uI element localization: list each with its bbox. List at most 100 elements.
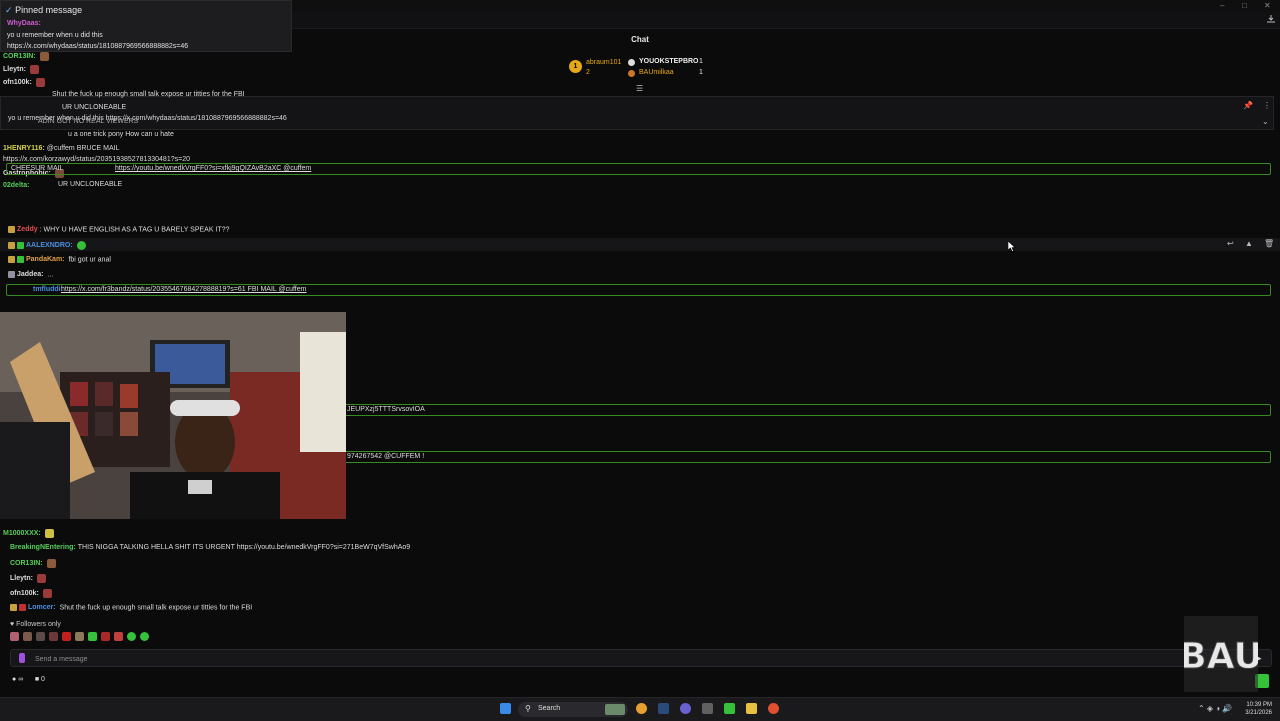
chat-username[interactable]: 1HENRY116: [3,145,45,152]
chat-line[interactable]: M1000XXX: [3,529,54,538]
chat-username[interactable]: CHEESUR MAIL [11,165,64,172]
chat-line[interactable]: https://x.com/korzawyd/status/2035193852… [3,156,190,163]
chat-username[interactable]: 02delta: [3,182,29,189]
chat-username[interactable]: tmfluddi: [33,286,63,293]
chat-line[interactable]: Zeddy: WHY U HAVE ENGLISH AS A TAG U BAR… [8,226,229,233]
pinned-message-card[interactable]: ✓ Pinned message WhyDaas: yo u remember … [0,0,292,52]
chat-input-box[interactable]: ▸ [10,649,1272,667]
chat-line[interactable]: 1HENRY116: @cuffem BRUCE MAIL [3,145,119,152]
highlighted-message[interactable]: CHEESUR MAIL https://youtu.be/wnedkVrgFF… [6,163,1271,175]
leader-third-name[interactable]: BAUmilkaa [639,69,674,76]
chat-username[interactable]: AALEXNDRO: [26,242,73,249]
delete-icon[interactable]: 🗑 [1264,239,1274,248]
widget-icon[interactable] [605,704,625,715]
quick-emote[interactable] [87,632,97,641]
chat-line[interactable]: ofn100k: [10,589,52,598]
quick-emote[interactable] [126,632,136,641]
quick-emote[interactable] [113,632,123,641]
chat-username[interactable]: Jaddea: [17,271,43,278]
chat-line[interactable]: Jaddea: ... [8,271,53,278]
pinned-link[interactable]: https://x.com/whydaas/status/18108879695… [7,43,188,50]
more-icon[interactable]: ⋮ [1263,101,1271,110]
chat-username[interactable]: Zeddy [17,226,38,233]
steam-icon[interactable] [658,703,669,714]
taskbar-clock[interactable]: 10:39 PM 3/21/2026 [1236,701,1272,717]
leader-second-name[interactable]: YOUOKSTEPBRO [639,58,699,65]
minimize-icon[interactable]: – [1220,1,1224,10]
chat-line[interactable]: UR UNCLONEABLE [62,104,126,111]
chat-line[interactable]: PandaKam: fbi got ur anal [8,256,111,263]
chat-line[interactable]: Lleytn: [3,65,39,74]
chat-line[interactable]: ofn100k: [3,78,45,87]
chat-line[interactable]: u a one trick pony How can u hate [68,131,174,138]
quick-emote[interactable] [100,632,110,641]
chat-line[interactable]: Lomcer: Shut the fuck up enough small ta… [10,604,252,611]
chat-link[interactable]: https://youtu.be/wnedkVrgFF0?si=xfkj9gQI… [115,165,311,172]
pin-message-icon[interactable]: ▲ [1245,239,1253,248]
kick-icon[interactable] [724,703,735,714]
chat-line[interactable]: Shut the fuck up enough small talk expos… [52,91,245,98]
app-icon[interactable] [702,703,713,714]
close-icon[interactable]: ✕ [1264,1,1271,10]
leaderboard-expand-icon[interactable]: ☰ [636,84,643,93]
quick-emote[interactable] [48,632,58,641]
chat-line[interactable]: COR13IN: [10,559,56,568]
chat-line[interactable]: ADIN GOT NO REAL VIEWERS [38,118,138,125]
chat-username[interactable]: Lleytn: [3,66,26,73]
followers-only-label: ♥ Followers only [10,621,61,628]
quick-emote[interactable] [61,632,71,641]
quick-emote[interactable] [35,632,45,641]
subscriber-badge-icon [17,242,24,249]
quick-emote[interactable] [74,632,84,641]
user-icon[interactable]: ● [12,676,16,683]
chat-line[interactable]: COR13IN: [3,52,49,61]
chat-username[interactable]: Lomcer: [28,604,56,611]
tray-icons[interactable]: ⌃ ◈ ◑ 🔊 [1198,704,1232,713]
pinned-username[interactable]: WhyDaas: [7,20,41,27]
chrome-icon[interactable] [636,703,647,714]
chat-link[interactable]: https://x.com/fr3bandz/status/2035546768… [61,286,306,293]
highlighted-message[interactable]: tmfluddi: https://x.com/fr3bandz/status/… [6,284,1271,296]
chat-username[interactable]: COR13IN: [3,53,36,60]
chat-username[interactable]: Lleytn: [10,575,33,582]
chat-text: Shut the fuck up enough small talk expos… [52,91,245,98]
browser-icon[interactable] [768,703,779,714]
clock-time: 10:39 PM [1246,702,1272,708]
quick-emote[interactable] [139,632,149,641]
download-icon[interactable] [1266,14,1276,24]
discord-icon[interactable] [680,703,691,714]
chat-line[interactable]: BreakingNEntering: THIS NIGGA TALKING HEL… [10,544,410,551]
chat-username[interactable]: COR13IN: [10,560,43,567]
chat-username[interactable]: ofn100k: [10,590,39,597]
rank-2-icon [628,59,635,66]
chat-line[interactable]: 02delta: [3,182,31,189]
chat-text: UR UNCLONEABLE [58,181,123,188]
chat-username[interactable]: PandaKam: [26,256,65,263]
chat-username[interactable]: BreakingNEntering: [10,544,76,551]
hovered-message-row[interactable]: ↩ ▲ 🗑 [0,238,1280,251]
badge-selector-icon[interactable] [19,653,25,663]
bau-logo-text: BAU [1184,636,1258,677]
emote-icon [76,241,86,250]
quick-emote[interactable] [10,632,19,641]
chat-username[interactable]: M1000XXX: [3,530,41,537]
leader-first-name[interactable]: abraum101 [586,59,621,66]
chevron-down-icon[interactable]: ⌄ [1262,117,1269,126]
chat-username[interactable]: ofn100k: [3,79,32,86]
chat-line[interactable]: Lleytn: [10,574,46,583]
chat-text: WHY U HAVE ENGLISH AS A TAG U BARELY SPE… [43,226,230,234]
chat-text: 974267542 @CUFFEM ! [347,453,425,460]
reply-icon[interactable]: ↩ [1227,239,1234,248]
maximize-icon[interactable]: □ [1242,1,1247,10]
pin-icon[interactable]: 📌 [1243,101,1253,110]
pinned-bar[interactable]: 📌 ⋮ ⌄ [0,96,1274,130]
chat-line[interactable]: AALEXNDRO: [8,241,86,250]
windows-start-icon[interactable] [500,703,511,714]
chat-message-input[interactable] [33,652,1137,666]
badge-icon [19,604,26,611]
badge-icon [8,226,15,233]
chat-line[interactable]: UR UNCLONEABLE [58,181,122,188]
quick-emote[interactable] [22,632,32,641]
gift-icon[interactable]: ■ [35,676,39,683]
folder-icon[interactable] [746,703,757,714]
